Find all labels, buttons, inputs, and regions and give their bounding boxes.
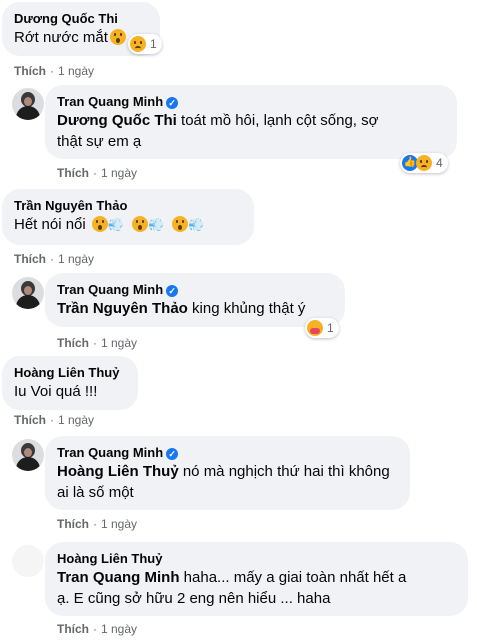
separator: · xyxy=(50,413,54,427)
comment-bubble: Hoàng Liên Thuỷ Iu Voi quá !!! xyxy=(2,356,138,410)
comment-author[interactable]: Tran Quang Minh xyxy=(57,445,163,460)
comment-text: Hoàng Liên Thuỷ nó mà nghịch thứ hai thì… xyxy=(57,461,398,482)
timestamp[interactable]: 1 ngày xyxy=(58,252,94,266)
verified-badge-icon: ✓ xyxy=(166,97,179,109)
comment-actions: Thích · 1 ngày xyxy=(57,516,137,532)
comment-bubble: Hoàng Liên Thuỷ Tran Quang Minh haha... … xyxy=(45,542,468,616)
separator: · xyxy=(93,622,97,636)
mention-link[interactable]: Trần Nguyên Thảo xyxy=(57,300,188,317)
comment-author-row: Tran Quang Minh ✓ xyxy=(57,93,445,110)
like-link[interactable]: Thích xyxy=(57,622,89,636)
mention-link[interactable]: Hoàng Liên Thuỷ xyxy=(57,463,179,480)
like-link[interactable]: Thích xyxy=(57,166,89,180)
comment-author[interactable]: Hoàng Liên Thuỷ xyxy=(57,550,456,567)
comment-actions: Thích · 1 ngày xyxy=(14,63,94,79)
timestamp[interactable]: 1 ngày xyxy=(101,166,137,180)
like-link[interactable]: Thích xyxy=(14,252,46,266)
comment-text: Trần Nguyên Thảo king khủng thật ý xyxy=(57,298,333,319)
comment-text: Iu Voi quá !!! xyxy=(14,383,98,400)
timestamp[interactable]: 1 ngày xyxy=(58,413,94,427)
sad-icon xyxy=(416,155,432,171)
sad-face-icon xyxy=(109,29,126,45)
comment-text-body: Rớt nước mắt xyxy=(14,29,108,46)
timestamp[interactable]: 1 ngày xyxy=(101,336,137,350)
avatar[interactable] xyxy=(12,545,44,577)
comment-text-body: king khủng thật ý xyxy=(187,300,306,317)
surprised-face-icon xyxy=(172,216,189,232)
comment-bubble: Tran Quang Minh ✓ Trần Nguyên Thảo king k… xyxy=(45,273,345,327)
surprised-face-icon xyxy=(132,216,149,232)
comment-text-body: Hết nói nổi xyxy=(14,216,86,233)
comment-actions: Thích · 1 ngày xyxy=(57,165,137,181)
comment-actions: Thích · 1 ngày xyxy=(57,335,137,351)
puff-icon: 💨 xyxy=(188,217,205,232)
comment-text-line2: ạ. E cũng sở hữu 2 eng nên hiểu ... haha xyxy=(57,590,331,607)
verified-badge-icon: ✓ xyxy=(166,448,179,460)
reaction-count: 1 xyxy=(327,321,334,335)
comment-author-row: Tran Quang Minh ✓ xyxy=(57,281,333,298)
comment-author-row: Tran Quang Minh ✓ xyxy=(57,444,398,461)
comment-actions: Thích · 1 ngày xyxy=(57,621,137,637)
separator: · xyxy=(93,336,97,350)
verified-badge-icon: ✓ xyxy=(166,285,179,297)
comment-text-line2: ai là số một xyxy=(57,484,134,501)
comment-bubble: Tran Quang Minh ✓ Dương Quốc Thi toát mồ … xyxy=(45,85,457,159)
comment-text: Dương Quốc Thi toát mồ hôi, lạnh cột sốn… xyxy=(57,110,445,131)
comment-author[interactable]: Trần Nguyên Thảo xyxy=(14,197,242,214)
timestamp[interactable]: 1 ngày xyxy=(101,622,137,636)
comment-author[interactable]: Dương Quốc Thi xyxy=(14,10,148,27)
comment-bubble: Trần Nguyên Thảo Hết nói nổi 💨 💨 💨 xyxy=(2,189,254,245)
sad-icon xyxy=(130,36,146,52)
comment-text-body: haha... mấy a giai toàn nhất hết a xyxy=(179,569,407,586)
comment-actions: Thích · 1 ngày xyxy=(14,251,94,267)
separator: · xyxy=(93,166,97,180)
separator: · xyxy=(50,64,54,78)
avatar[interactable] xyxy=(12,88,44,120)
avatar[interactable] xyxy=(12,439,44,471)
comment-author[interactable]: Hoàng Liên Thuỷ xyxy=(14,364,126,381)
comment-text-body: nó mà nghịch thứ hai thì không xyxy=(178,463,390,480)
comment-author[interactable]: Tran Quang Minh xyxy=(57,94,163,109)
reaction-summary[interactable]: 👍 4 xyxy=(400,153,448,173)
surprised-face-icon xyxy=(91,216,108,232)
comment-bubble: Tran Quang Minh ✓ Hoàng Liên Thuỷ nó mà n… xyxy=(45,436,410,510)
like-link[interactable]: Thích xyxy=(14,413,46,427)
comment-text-body: toát mồ hôi, lạnh cột sống, sợ xyxy=(176,112,379,129)
separator: · xyxy=(50,252,54,266)
reaction-summary[interactable]: 1 xyxy=(305,318,339,338)
reaction-count: 1 xyxy=(150,37,157,51)
comment-author[interactable]: Tran Quang Minh xyxy=(57,282,163,297)
reaction-summary[interactable]: 1 xyxy=(128,34,162,54)
avatar[interactable] xyxy=(12,277,44,309)
comment-text: Hết nói nổi 💨 💨 💨 xyxy=(14,214,242,235)
comment-text: Tran Quang Minh haha... mấy a giai toàn … xyxy=(57,567,456,588)
like-link[interactable]: Thích xyxy=(57,336,89,350)
care-icon xyxy=(307,320,323,336)
comment-actions: Thích · 1 ngày xyxy=(14,412,94,428)
like-link[interactable]: Thích xyxy=(57,517,89,531)
mention-link[interactable]: Tran Quang Minh xyxy=(57,569,180,586)
puff-icon: 💨 xyxy=(148,217,165,232)
timestamp[interactable]: 1 ngày xyxy=(58,64,94,78)
like-link[interactable]: Thích xyxy=(14,64,46,78)
mention-link[interactable]: Dương Quốc Thi xyxy=(57,112,177,129)
separator: · xyxy=(93,517,97,531)
timestamp[interactable]: 1 ngày xyxy=(101,517,137,531)
comment-text-line2: thật sự em ạ xyxy=(57,133,142,150)
puff-icon: 💨 xyxy=(107,217,125,232)
reaction-count: 4 xyxy=(436,156,443,170)
